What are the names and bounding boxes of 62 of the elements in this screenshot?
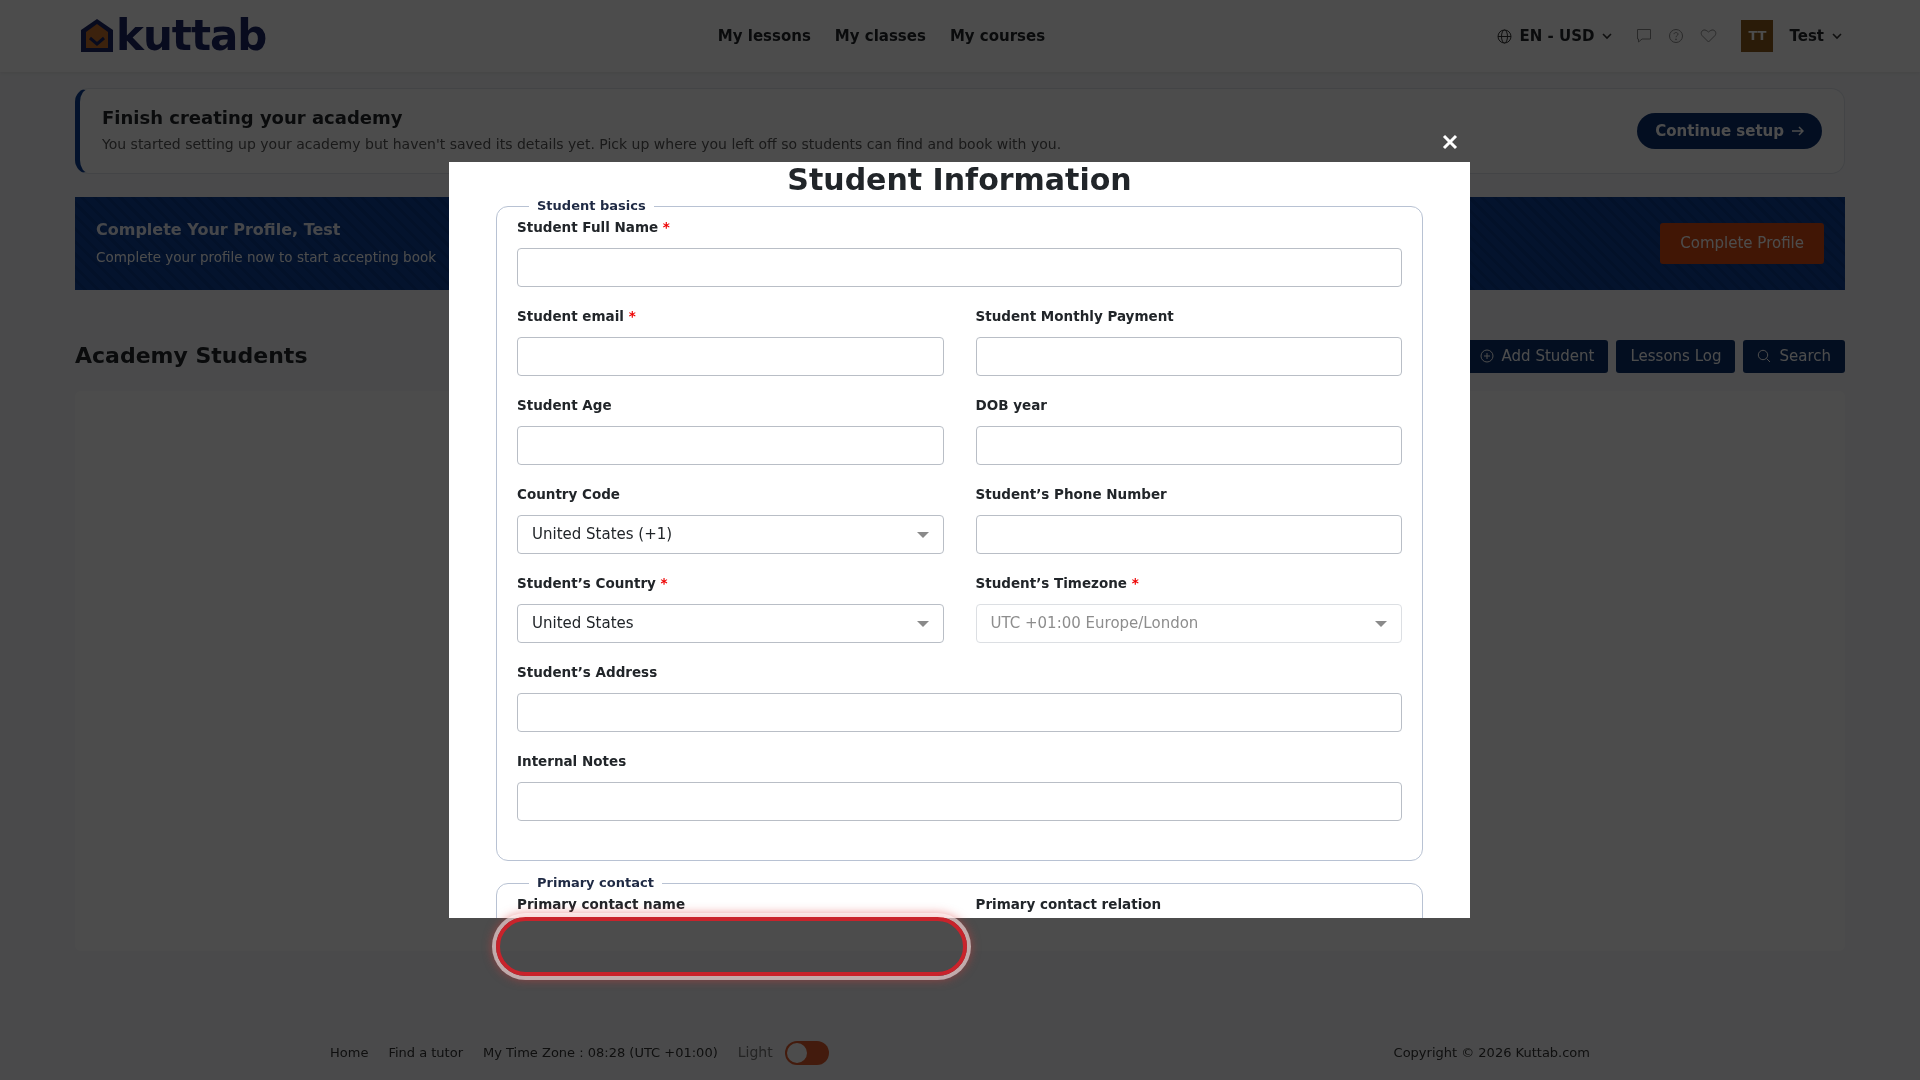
arrow-right-icon [1792, 126, 1804, 136]
complete-profile-button[interactable]: Complete Profile [1660, 223, 1824, 264]
input-field[interactable] [517, 782, 1402, 821]
field-label: Student Age [517, 397, 612, 413]
continue-setup-button[interactable]: Continue setup [1637, 112, 1822, 150]
input-field[interactable] [517, 248, 1402, 287]
field-label: Student Monthly Payment [975, 308, 1174, 324]
required-mark: * [660, 575, 668, 591]
field-label: Student email [517, 308, 624, 324]
input-field[interactable] [517, 426, 944, 465]
search-button[interactable]: Search [1743, 340, 1845, 373]
copyright-text: Copyright © 2026 Kuttab.com [1393, 1043, 1590, 1062]
modal-title: Student Information [786, 162, 1133, 198]
chat-icon [1636, 28, 1653, 44]
field-label: Primary contact name [517, 896, 686, 912]
theme-toggle[interactable] [784, 1040, 829, 1065]
required-mark: * [662, 219, 670, 235]
caret-icon [916, 530, 929, 539]
field-label: Student’s Country [517, 575, 656, 591]
logo-text: kuttab [116, 15, 267, 57]
search-icon [1757, 349, 1772, 364]
field-label: Student Full Name [517, 219, 659, 235]
field-label: Country Code [517, 486, 621, 502]
action-button[interactable]: Lessons Log [1616, 340, 1736, 373]
nav-link[interactable]: My classes [834, 24, 926, 48]
nav-link[interactable]: My lessons [717, 24, 811, 48]
globe-icon [1496, 28, 1512, 44]
input-field[interactable] [517, 693, 1402, 732]
input-field[interactable] [517, 337, 944, 376]
caret-icon [1375, 619, 1387, 628]
time-zone-text: My Time Zone : 08:28 (UTC +01:00) [483, 1043, 718, 1062]
field-label: DOB year [975, 397, 1047, 413]
heart-icon [1700, 28, 1718, 44]
locale-selector[interactable]: EN - USD [1519, 24, 1595, 48]
required-mark: * [1131, 575, 1139, 591]
field-label: Student’s Address [517, 664, 658, 680]
banner-title: Finish creating your academy [102, 106, 404, 129]
nav-link[interactable]: My courses [949, 24, 1046, 48]
input-field[interactable] [975, 515, 1402, 554]
section-title: Academy Students [75, 343, 308, 370]
section-legend: Student basics [529, 198, 654, 214]
user-avatar: TT [1741, 20, 1774, 52]
dropdown-field[interactable]: United States (+1) [517, 515, 944, 554]
section-legend: Primary contact [529, 875, 662, 891]
help-icon [1668, 28, 1685, 44]
field-label: Student’s Phone Number [975, 486, 1167, 502]
plus-circle-icon [1479, 349, 1494, 364]
chevron-down-icon [1602, 31, 1613, 41]
dropdown-field[interactable]: United States [517, 604, 944, 643]
required-mark: * [628, 308, 636, 324]
banner-text: Complete your profile now to start accepting book [96, 247, 437, 267]
field-label: Internal Notes [517, 753, 627, 769]
input-field[interactable] [975, 337, 1402, 376]
input-field[interactable] [975, 426, 1402, 465]
banner-title: Complete Your Profile, Test [96, 219, 342, 239]
chevron-down-icon [1832, 31, 1842, 41]
field-label: Student’s Timezone [975, 575, 1127, 591]
footer-link[interactable]: Find a tutor [388, 1042, 463, 1063]
field-label: Primary contact relation [975, 896, 1162, 912]
user-menu[interactable]: Test [1789, 24, 1824, 48]
caret-icon [916, 619, 929, 628]
footer-link[interactable]: Home [330, 1042, 369, 1063]
